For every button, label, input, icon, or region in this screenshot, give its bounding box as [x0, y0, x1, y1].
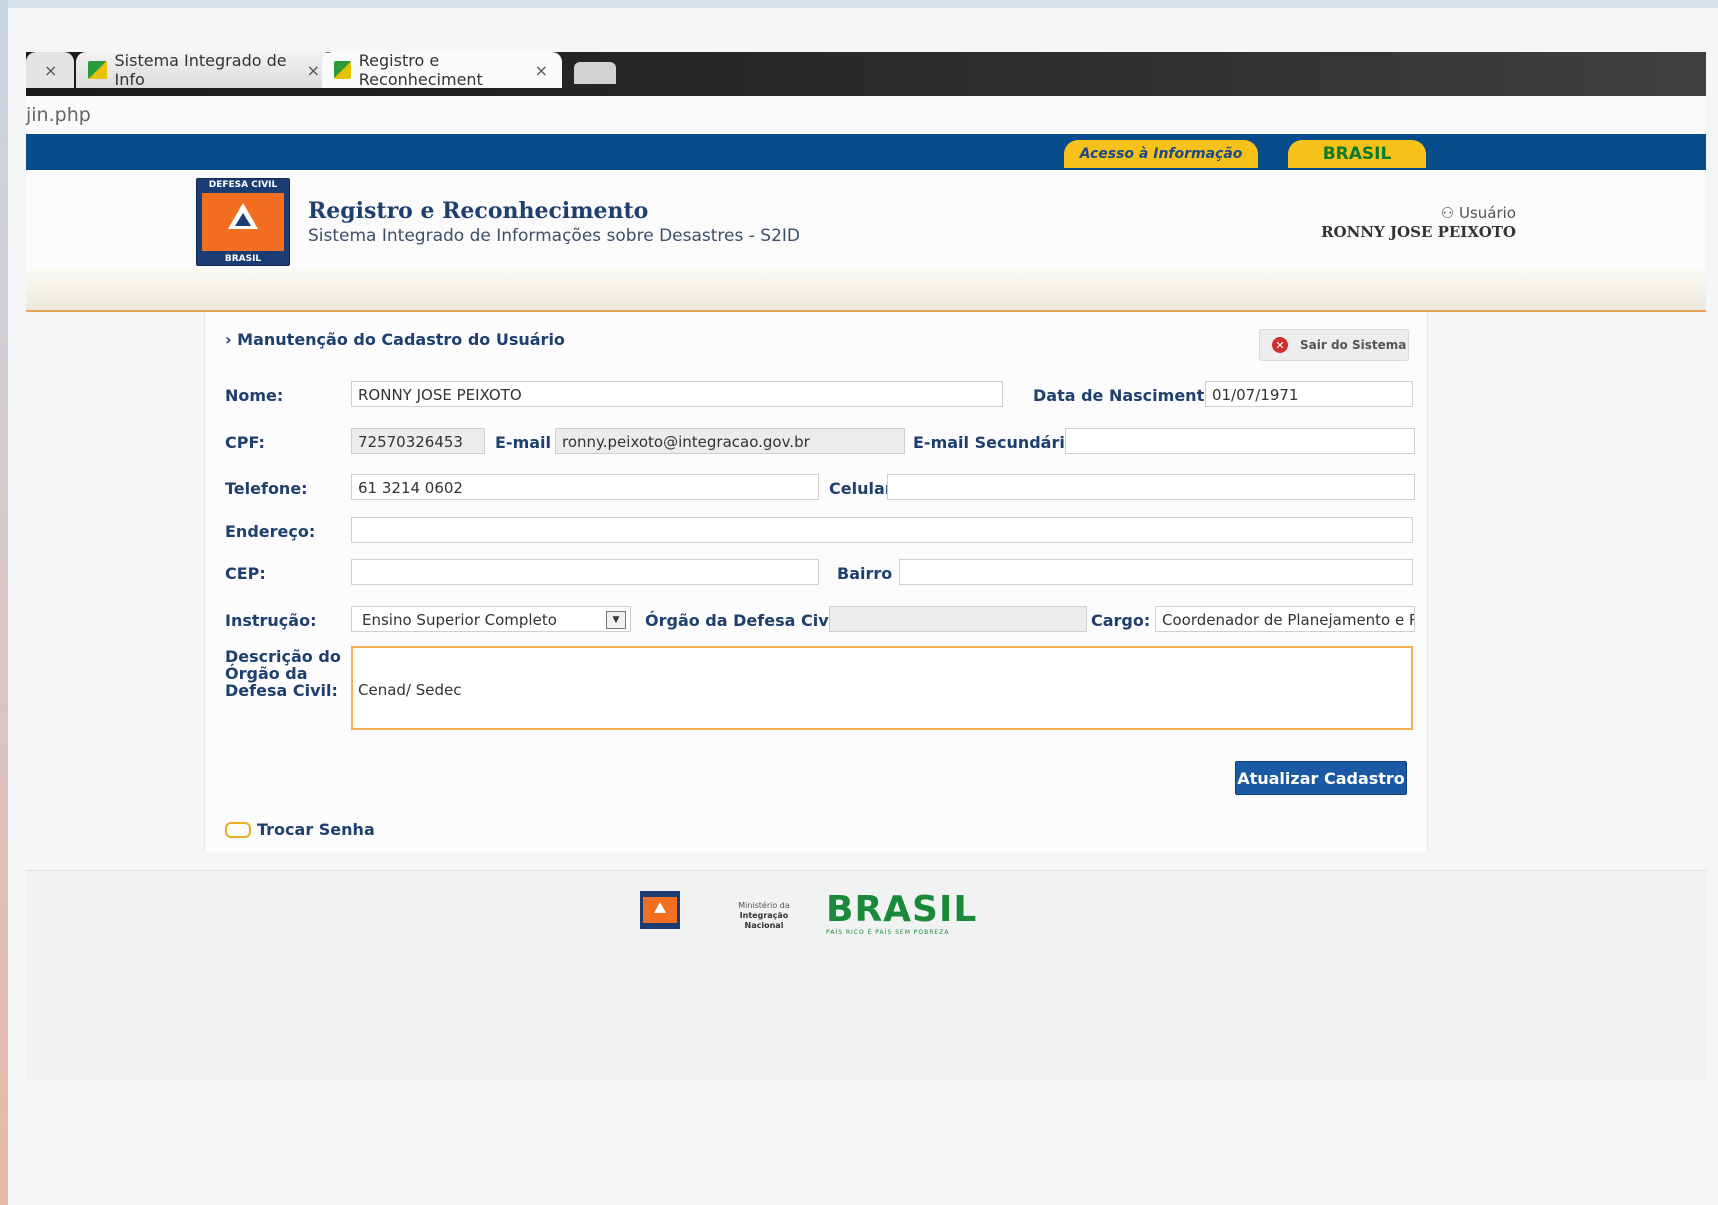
email-field: ronny.peixoto@integracao.gov.br	[555, 428, 905, 454]
instrucao-selected: Ensino Superior Completo	[362, 611, 557, 629]
governo-federal-logo: BRASIL	[826, 889, 978, 930]
email2-label: E-mail Secundário	[913, 433, 1076, 452]
nome-label: Nome:	[225, 386, 284, 405]
defesa-civil-logo: DEFESA CIVIL BRASIL	[196, 178, 290, 266]
celular-label: Celular	[829, 479, 893, 498]
brasil-tagline: PAÍS RICO É PAÍS SEM POBREZA	[826, 929, 950, 936]
page-title: › Manutenção do Cadastro do Usuário	[225, 330, 565, 349]
main-content: › Manutenção do Cadastro do Usuário ✕ Sa…	[204, 312, 1428, 852]
cpf-field: 72570326453	[351, 428, 485, 454]
logout-button[interactable]: ✕ Sair do Sistema	[1259, 329, 1409, 361]
gov-barra: Acesso à Informação BRASIL	[26, 134, 1706, 170]
close-icon[interactable]: ×	[44, 61, 57, 80]
close-icon[interactable]: ×	[535, 61, 548, 80]
logo-bottom-text: BRASIL	[224, 254, 262, 264]
triangle-inner-icon	[235, 213, 251, 226]
tab-label: Registro e Reconheciment	[358, 51, 483, 89]
endereco-label: Endereço:	[225, 522, 316, 541]
site-footer: Ministério da Integração Nacional BRASIL…	[26, 870, 1706, 1081]
url-text: jin.php	[26, 104, 91, 126]
window-left-edge	[0, 0, 8, 1205]
orgao-field	[829, 606, 1087, 632]
descricao-label: Descrição do Órgão da Defesa Civil:	[225, 647, 341, 700]
triangle-icon	[654, 902, 666, 913]
instrucao-label: Instrução:	[225, 611, 317, 630]
new-tab-button[interactable]	[574, 62, 616, 84]
tab-registro[interactable]: Registro e Reconheciment ×	[322, 51, 562, 89]
app-title: Registro e Reconhecimento	[308, 198, 649, 224]
user-icon: ⚇	[1440, 204, 1459, 222]
ministerio-logo: Ministério da Integração Nacional	[722, 901, 806, 931]
logo-emblem	[643, 897, 677, 923]
cargo-input[interactable]: Coordenador de Planejamento e Re	[1155, 606, 1415, 632]
brasil-gov-link[interactable]: BRASIL	[1288, 140, 1426, 168]
cargo-label: Cargo:	[1091, 611, 1151, 630]
cpf-label: CPF:	[225, 433, 265, 452]
ministerio-line2: Integração Nacional	[739, 911, 789, 930]
user-label-text: Usuário	[1458, 204, 1516, 222]
atualizar-cadastro-button[interactable]: Atualizar Cadastro	[1235, 761, 1407, 795]
logout-label: Sair do Sistema	[1300, 338, 1407, 352]
user-name: RONNY JOSE PEIXOTO	[1321, 223, 1516, 241]
menu-band	[26, 268, 1706, 312]
user-label: ⚇ Usuário	[1441, 204, 1516, 222]
bairro-input[interactable]	[899, 559, 1413, 585]
nome-input[interactable]: RONNY JOSE PEIXOTO	[351, 381, 1003, 407]
instrucao-select[interactable]: Ensino Superior Completo ▼	[351, 606, 631, 632]
endereco-input[interactable]	[351, 517, 1413, 543]
key-icon	[225, 821, 251, 838]
address-bar[interactable]: jin.php	[26, 96, 1706, 135]
celular-input[interactable]	[887, 474, 1415, 500]
acesso-informacao-link[interactable]: Acesso à Informação	[1064, 140, 1258, 168]
window-top-edge	[0, 0, 1718, 8]
telefone-input[interactable]: 61 3214 0602	[351, 474, 819, 500]
tab-sistema-integrado[interactable]: Sistema Integrado de Info ×	[76, 51, 334, 89]
nascimento-input[interactable]: 01/07/1971	[1205, 381, 1413, 407]
email-label: E-mail	[495, 433, 552, 452]
browser-window: × Sistema Integrado de Info × Registro e…	[26, 10, 1706, 1170]
cep-input[interactable]	[351, 559, 819, 585]
cep-label: CEP:	[225, 564, 266, 583]
flag-favicon-icon	[88, 61, 107, 79]
trocar-senha-link[interactable]: Trocar Senha	[225, 820, 375, 839]
logo-emblem	[202, 193, 284, 251]
ministerio-line1: Ministério da	[738, 901, 790, 910]
email2-input[interactable]	[1065, 428, 1415, 454]
trocar-senha-label: Trocar Senha	[257, 820, 375, 839]
tab-partial[interactable]: ×	[26, 52, 74, 88]
flag-favicon-icon	[334, 61, 351, 79]
telefone-label: Telefone:	[225, 479, 308, 498]
bairro-label: Bairro	[837, 564, 893, 583]
logo-top-text: DEFESA CIVIL	[208, 180, 278, 190]
descricao-textarea[interactable]: Cenad/ Sedec	[351, 646, 1413, 730]
close-icon[interactable]: ×	[307, 61, 320, 80]
defesa-civil-footer-logo	[640, 891, 680, 929]
orgao-label: Órgão da Defesa Civil:	[645, 611, 846, 630]
close-circle-icon: ✕	[1272, 337, 1288, 353]
tab-label: Sistema Integrado de Info	[114, 51, 287, 89]
tab-bar: × Sistema Integrado de Info × Registro e…	[26, 51, 1706, 96]
nascimento-label: Data de Nascimento	[1033, 386, 1216, 405]
app-subtitle: Sistema Integrado de Informações sobre D…	[308, 226, 801, 246]
chevron-down-icon[interactable]: ▼	[606, 611, 626, 629]
